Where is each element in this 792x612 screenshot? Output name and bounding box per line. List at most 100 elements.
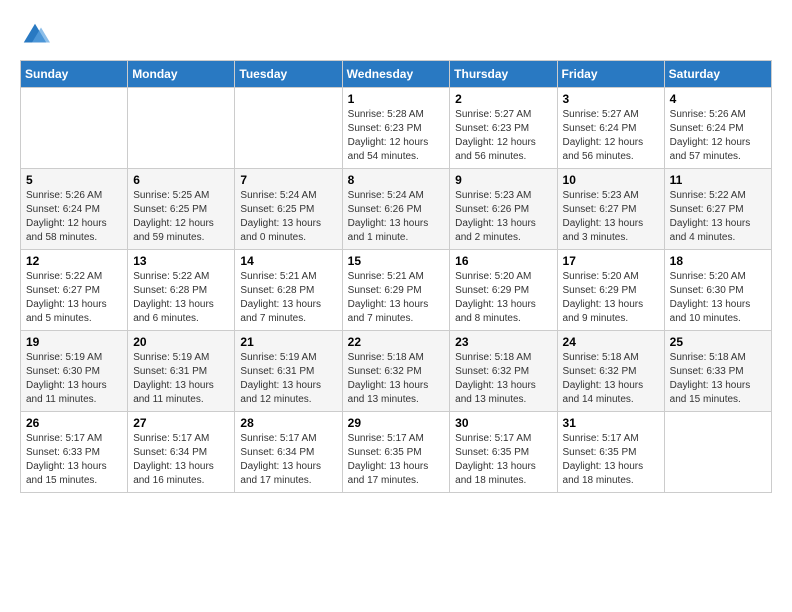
calendar-week-row: 19 Sunrise: 5:19 AM Sunset: 6:30 PM Dayli… xyxy=(21,331,772,412)
day-info: Sunrise: 5:19 AM Sunset: 6:31 PM Dayligh… xyxy=(133,351,229,407)
day-number: 28 xyxy=(240,416,336,430)
day-number: 31 xyxy=(563,416,659,430)
calendar-cell: 4Sunrise: 5:26 AM Sunset: 6:24 PM Daylig… xyxy=(664,88,771,169)
calendar-week-row: 5 Sunrise: 5:26 AM Sunset: 6:24 PM Daylig… xyxy=(21,169,772,250)
day-info: Sunrise: 5:17 AM Sunset: 6:33 PM Dayligh… xyxy=(26,432,122,488)
calendar-cell: 17 Sunrise: 5:20 AM Sunset: 6:29 PM Dayli… xyxy=(557,250,664,331)
day-number: 22 xyxy=(348,335,445,349)
day-number: 20 xyxy=(133,335,229,349)
day-number: 8 xyxy=(348,173,445,187)
logo-icon xyxy=(20,20,50,50)
day-info: Sunrise: 5:18 AM Sunset: 6:32 PM Dayligh… xyxy=(563,351,659,407)
calendar-cell: 3 Sunrise: 5:27 AM Sunset: 6:24 PM Daylig… xyxy=(557,88,664,169)
calendar-cell: 10 Sunrise: 5:23 AM Sunset: 6:27 PM Dayli… xyxy=(557,169,664,250)
day-number: 6 xyxy=(133,173,229,187)
weekday-header-row: SundayMondayTuesdayWednesdayThursdayFrid… xyxy=(21,61,772,88)
day-number: 18 xyxy=(670,254,766,268)
calendar-cell: 25 Sunrise: 5:18 AM Sunset: 6:33 PM Dayli… xyxy=(664,331,771,412)
calendar-cell: 22 Sunrise: 5:18 AM Sunset: 6:32 PM Dayli… xyxy=(342,331,450,412)
day-info: Sunrise: 5:18 AM Sunset: 6:32 PM Dayligh… xyxy=(348,351,445,407)
logo xyxy=(20,20,54,50)
day-info: Sunrise: 5:21 AM Sunset: 6:28 PM Dayligh… xyxy=(240,270,336,326)
day-info: Sunrise: 5:17 AM Sunset: 6:34 PM Dayligh… xyxy=(240,432,336,488)
calendar-cell: 1Sunrise: 5:28 AM Sunset: 6:23 PM Daylig… xyxy=(342,88,450,169)
calendar-cell xyxy=(128,88,235,169)
calendar-cell: 16 Sunrise: 5:20 AM Sunset: 6:29 PM Dayli… xyxy=(450,250,557,331)
calendar-week-row: 1Sunrise: 5:28 AM Sunset: 6:23 PM Daylig… xyxy=(21,88,772,169)
day-number: 25 xyxy=(670,335,766,349)
day-info: Sunrise: 5:19 AM Sunset: 6:30 PM Dayligh… xyxy=(26,351,122,407)
day-info: Sunrise: 5:22 AM Sunset: 6:27 PM Dayligh… xyxy=(670,189,766,245)
calendar-cell: 18 Sunrise: 5:20 AM Sunset: 6:30 PM Dayli… xyxy=(664,250,771,331)
calendar-cell: 11 Sunrise: 5:22 AM Sunset: 6:27 PM Dayli… xyxy=(664,169,771,250)
day-info: Sunrise: 5:17 AM Sunset: 6:35 PM Dayligh… xyxy=(455,432,551,488)
calendar-cell: 30 Sunrise: 5:17 AM Sunset: 6:35 PM Dayli… xyxy=(450,412,557,493)
day-number: 1 xyxy=(348,92,445,106)
weekday-header: Tuesday xyxy=(235,61,342,88)
calendar-cell: 15 Sunrise: 5:21 AM Sunset: 6:29 PM Dayli… xyxy=(342,250,450,331)
day-number: 3 xyxy=(563,92,659,106)
day-number: 10 xyxy=(563,173,659,187)
calendar-cell: 5 Sunrise: 5:26 AM Sunset: 6:24 PM Daylig… xyxy=(21,169,128,250)
day-number: 27 xyxy=(133,416,229,430)
day-info: Sunrise: 5:25 AM Sunset: 6:25 PM Dayligh… xyxy=(133,189,229,245)
weekday-header: Saturday xyxy=(664,61,771,88)
calendar-cell: 31 Sunrise: 5:17 AM Sunset: 6:35 PM Dayli… xyxy=(557,412,664,493)
day-number: 19 xyxy=(26,335,122,349)
calendar-cell: 14Sunrise: 5:21 AM Sunset: 6:28 PM Dayli… xyxy=(235,250,342,331)
calendar-cell: 20 Sunrise: 5:19 AM Sunset: 6:31 PM Dayli… xyxy=(128,331,235,412)
day-number: 23 xyxy=(455,335,551,349)
calendar-cell xyxy=(235,88,342,169)
calendar-week-row: 12 Sunrise: 5:22 AM Sunset: 6:27 PM Dayli… xyxy=(21,250,772,331)
day-info: Sunrise: 5:20 AM Sunset: 6:29 PM Dayligh… xyxy=(455,270,551,326)
day-info: Sunrise: 5:20 AM Sunset: 6:29 PM Dayligh… xyxy=(563,270,659,326)
day-info: Sunrise: 5:22 AM Sunset: 6:27 PM Dayligh… xyxy=(26,270,122,326)
day-info: Sunrise: 5:20 AM Sunset: 6:30 PM Dayligh… xyxy=(670,270,766,326)
day-number: 2 xyxy=(455,92,551,106)
weekday-header: Wednesday xyxy=(342,61,450,88)
day-info: Sunrise: 5:26 AM Sunset: 6:24 PM Dayligh… xyxy=(670,108,766,164)
calendar-cell: 26Sunrise: 5:17 AM Sunset: 6:33 PM Dayli… xyxy=(21,412,128,493)
day-info: Sunrise: 5:23 AM Sunset: 6:26 PM Dayligh… xyxy=(455,189,551,245)
day-info: Sunrise: 5:21 AM Sunset: 6:29 PM Dayligh… xyxy=(348,270,445,326)
day-number: 15 xyxy=(348,254,445,268)
day-info: Sunrise: 5:22 AM Sunset: 6:28 PM Dayligh… xyxy=(133,270,229,326)
calendar-cell: 23 Sunrise: 5:18 AM Sunset: 6:32 PM Dayli… xyxy=(450,331,557,412)
day-number: 17 xyxy=(563,254,659,268)
day-number: 5 xyxy=(26,173,122,187)
calendar-cell: 13 Sunrise: 5:22 AM Sunset: 6:28 PM Dayli… xyxy=(128,250,235,331)
calendar-cell: 2 Sunrise: 5:27 AM Sunset: 6:23 PM Daylig… xyxy=(450,88,557,169)
day-info: Sunrise: 5:24 AM Sunset: 6:26 PM Dayligh… xyxy=(348,189,445,245)
calendar-cell xyxy=(664,412,771,493)
day-info: Sunrise: 5:17 AM Sunset: 6:34 PM Dayligh… xyxy=(133,432,229,488)
day-number: 16 xyxy=(455,254,551,268)
page-header xyxy=(20,20,772,50)
weekday-header: Sunday xyxy=(21,61,128,88)
calendar-cell: 6 Sunrise: 5:25 AM Sunset: 6:25 PM Daylig… xyxy=(128,169,235,250)
day-number: 21 xyxy=(240,335,336,349)
day-info: Sunrise: 5:23 AM Sunset: 6:27 PM Dayligh… xyxy=(563,189,659,245)
day-number: 30 xyxy=(455,416,551,430)
day-info: Sunrise: 5:18 AM Sunset: 6:32 PM Dayligh… xyxy=(455,351,551,407)
calendar-cell: 29Sunrise: 5:17 AM Sunset: 6:35 PM Dayli… xyxy=(342,412,450,493)
day-number: 12 xyxy=(26,254,122,268)
day-info: Sunrise: 5:18 AM Sunset: 6:33 PM Dayligh… xyxy=(670,351,766,407)
day-number: 24 xyxy=(563,335,659,349)
calendar-cell: 8 Sunrise: 5:24 AM Sunset: 6:26 PM Daylig… xyxy=(342,169,450,250)
weekday-header: Thursday xyxy=(450,61,557,88)
day-info: Sunrise: 5:27 AM Sunset: 6:23 PM Dayligh… xyxy=(455,108,551,164)
calendar-cell: 9 Sunrise: 5:23 AM Sunset: 6:26 PM Daylig… xyxy=(450,169,557,250)
day-info: Sunrise: 5:27 AM Sunset: 6:24 PM Dayligh… xyxy=(563,108,659,164)
calendar-cell: 21Sunrise: 5:19 AM Sunset: 6:31 PM Dayli… xyxy=(235,331,342,412)
calendar-cell: 12 Sunrise: 5:22 AM Sunset: 6:27 PM Dayli… xyxy=(21,250,128,331)
calendar-cell: 24 Sunrise: 5:18 AM Sunset: 6:32 PM Dayli… xyxy=(557,331,664,412)
day-number: 13 xyxy=(133,254,229,268)
day-number: 9 xyxy=(455,173,551,187)
day-info: Sunrise: 5:17 AM Sunset: 6:35 PM Dayligh… xyxy=(563,432,659,488)
day-number: 7 xyxy=(240,173,336,187)
calendar-cell: 7Sunrise: 5:24 AM Sunset: 6:25 PM Daylig… xyxy=(235,169,342,250)
day-number: 11 xyxy=(670,173,766,187)
calendar-cell xyxy=(21,88,128,169)
calendar-cell: 19 Sunrise: 5:19 AM Sunset: 6:30 PM Dayli… xyxy=(21,331,128,412)
day-info: Sunrise: 5:26 AM Sunset: 6:24 PM Dayligh… xyxy=(26,189,122,245)
